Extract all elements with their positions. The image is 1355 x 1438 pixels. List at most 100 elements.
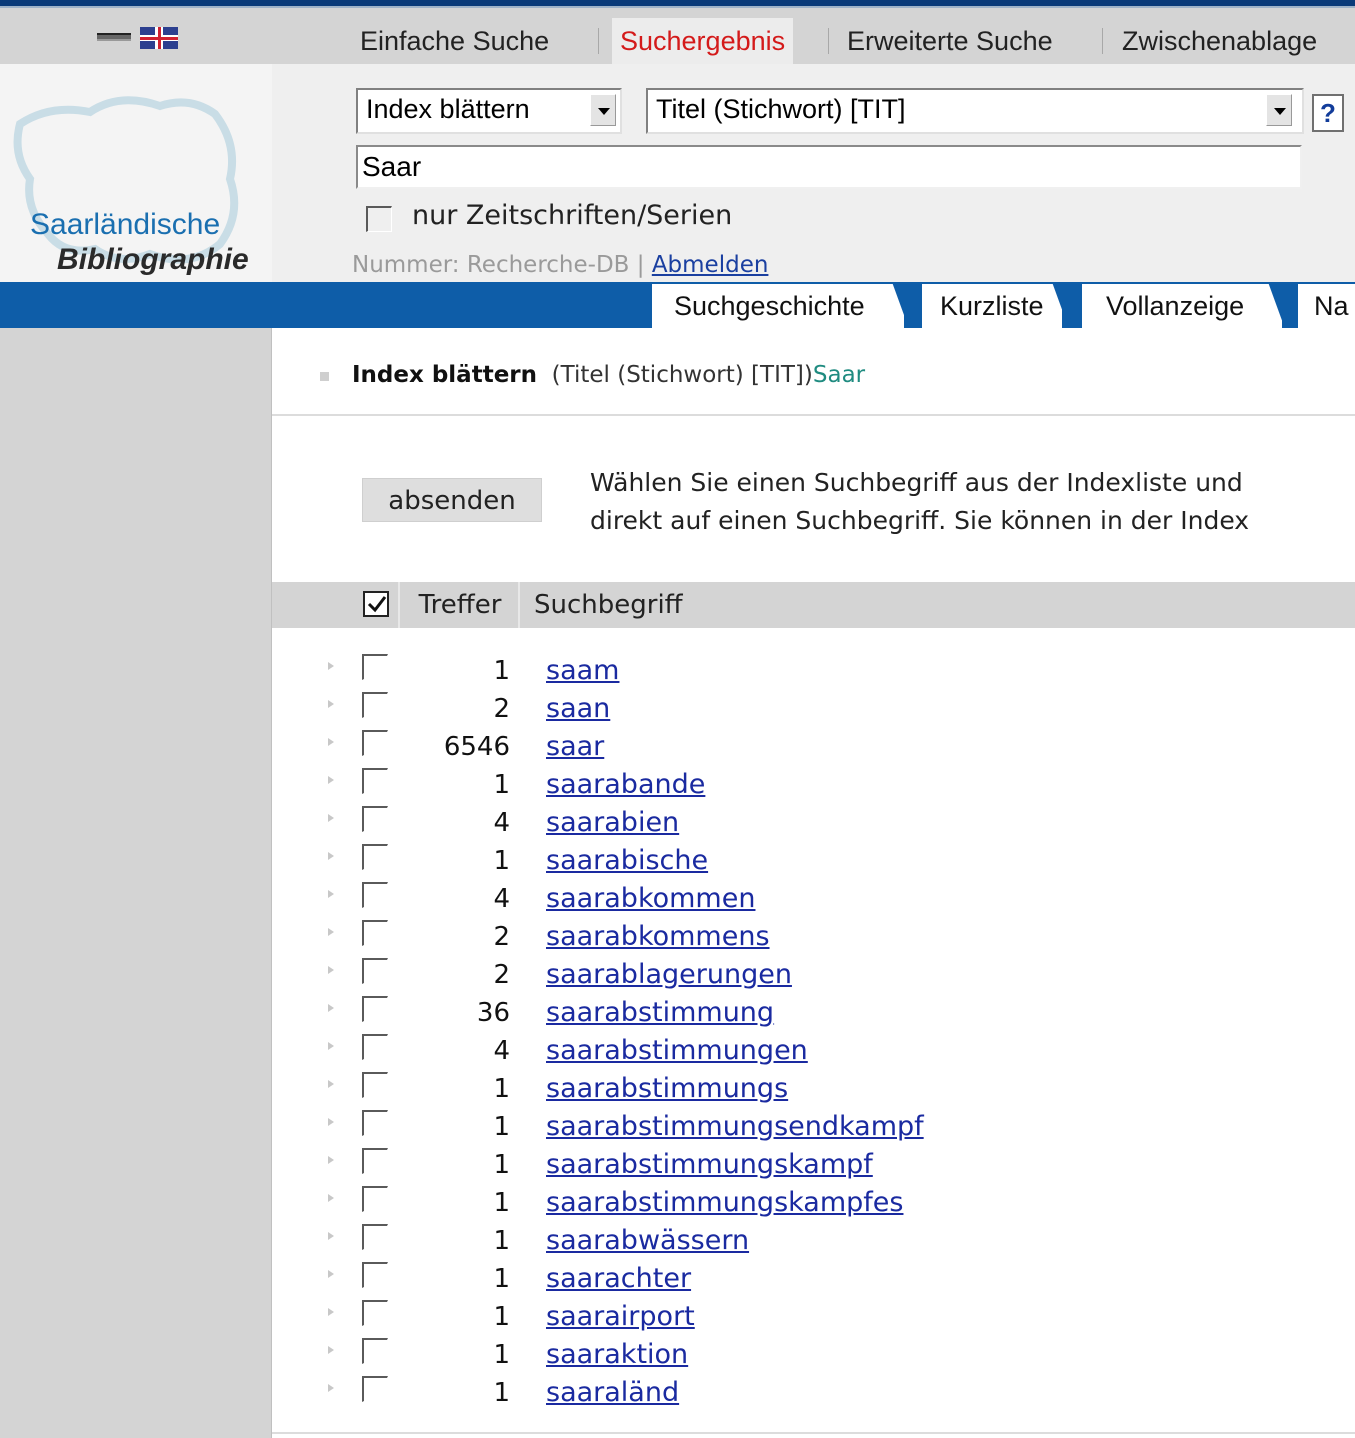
index-term-link[interactable]: saarachter bbox=[546, 1263, 691, 1294]
index-term-link[interactable]: saar bbox=[546, 731, 604, 762]
expand-triangle-icon[interactable] bbox=[328, 776, 334, 784]
expand-triangle-icon[interactable] bbox=[328, 966, 334, 974]
tab-einfache-suche[interactable]: Einfache Suche bbox=[352, 18, 557, 64]
expand-triangle-icon[interactable] bbox=[328, 852, 334, 860]
index-term-link[interactable]: saarabkommens bbox=[546, 921, 770, 952]
expand-triangle-icon[interactable] bbox=[328, 814, 334, 822]
column-header-term[interactable]: Suchbegriff bbox=[534, 582, 683, 628]
index-term-link[interactable]: saarabstimmung bbox=[546, 997, 774, 1028]
row-checkbox[interactable] bbox=[362, 1110, 388, 1136]
row-checkbox[interactable] bbox=[362, 1262, 388, 1288]
index-term-link[interactable]: saam bbox=[546, 655, 619, 686]
row-checkbox[interactable] bbox=[362, 692, 388, 718]
index-term-link[interactable]: saaraländ bbox=[546, 1377, 679, 1408]
help-button[interactable]: ? bbox=[1312, 94, 1344, 132]
expand-triangle-icon[interactable] bbox=[328, 1384, 334, 1392]
german-flag-icon[interactable] bbox=[97, 33, 131, 41]
expand-triangle-icon[interactable] bbox=[328, 738, 334, 746]
index-term-link[interactable]: saarabstimmungskampf bbox=[546, 1149, 873, 1180]
expand-triangle-icon[interactable] bbox=[328, 928, 334, 936]
expand-triangle-icon[interactable] bbox=[328, 1194, 334, 1202]
expand-triangle-icon[interactable] bbox=[328, 1004, 334, 1012]
search-mode-select[interactable]: Index blättern bbox=[356, 88, 622, 134]
chevron-down-icon[interactable] bbox=[1266, 94, 1292, 126]
hit-count: 1 bbox=[493, 1188, 510, 1218]
row-checkbox[interactable] bbox=[362, 806, 388, 832]
tab-separator bbox=[1102, 28, 1103, 54]
index-term-link[interactable]: saan bbox=[546, 693, 610, 724]
nav-tab-divider bbox=[1052, 282, 1084, 326]
expand-triangle-icon[interactable] bbox=[328, 890, 334, 898]
chevron-down-icon[interactable] bbox=[590, 94, 616, 126]
tab-suchergebnis[interactable]: Suchergebnis bbox=[612, 18, 794, 64]
index-term-link[interactable]: saarabstimmungsendkampf bbox=[546, 1111, 924, 1142]
hint-text-line: Wählen Sie einen Suchbegriff aus der Ind… bbox=[590, 468, 1243, 497]
index-term-link[interactable]: saarablagerungen bbox=[546, 959, 792, 990]
expand-triangle-icon[interactable] bbox=[328, 1346, 334, 1354]
row-checkbox[interactable] bbox=[362, 1186, 388, 1212]
language-switcher bbox=[0, 8, 272, 64]
expand-triangle-icon[interactable] bbox=[328, 1080, 334, 1088]
hit-count: 1 bbox=[493, 1340, 510, 1370]
index-term-link[interactable]: saarairport bbox=[546, 1301, 695, 1332]
row-checkbox[interactable] bbox=[362, 996, 388, 1022]
row-checkbox[interactable] bbox=[362, 768, 388, 794]
index-term-link[interactable]: saarabstimmungen bbox=[546, 1035, 808, 1066]
index-term-link[interactable]: saarabkommen bbox=[546, 883, 755, 914]
search-input[interactable]: Saar bbox=[356, 145, 1302, 189]
index-term-link[interactable]: saarabien bbox=[546, 807, 679, 838]
row-checkbox[interactable] bbox=[362, 1034, 388, 1060]
row-checkbox[interactable] bbox=[362, 958, 388, 984]
table-row: 6546 saar bbox=[272, 728, 1355, 766]
index-term-link[interactable]: saarabstimmungskampfes bbox=[546, 1187, 903, 1218]
table-row: 1 saarairport bbox=[272, 1298, 1355, 1336]
expand-triangle-icon[interactable] bbox=[328, 1232, 334, 1240]
search-field-select[interactable]: Titel (Stichwort) [TIT] bbox=[646, 88, 1304, 134]
tab-erweiterte-suche[interactable]: Erweiterte Suche bbox=[839, 18, 1061, 64]
logo[interactable]: Saarländische Bibliographie bbox=[0, 64, 272, 282]
row-checkbox[interactable] bbox=[362, 1224, 388, 1250]
row-checkbox[interactable] bbox=[362, 1300, 388, 1326]
english-flag-icon[interactable] bbox=[140, 27, 178, 49]
table-row: 36 saarabstimmung bbox=[272, 994, 1355, 1032]
tab-zwischenablage[interactable]: Zwischenablage bbox=[1114, 18, 1325, 64]
index-term-link[interactable]: saaraktion bbox=[546, 1339, 688, 1370]
column-header-hits[interactable]: Treffer bbox=[402, 582, 520, 628]
row-checkbox[interactable] bbox=[362, 920, 388, 946]
nav-tab-vollanzeige[interactable]: Vollanzeige bbox=[1082, 284, 1282, 328]
nav-tab-next[interactable]: Na bbox=[1298, 284, 1355, 328]
account-info: Nummer: Recherche-DB | Abmelden bbox=[352, 252, 768, 278]
index-term-link[interactable]: saarabande bbox=[546, 769, 705, 800]
row-checkbox[interactable] bbox=[362, 730, 388, 756]
row-checkbox[interactable] bbox=[362, 1376, 388, 1402]
nav-tab-suchgeschichte[interactable]: Suchgeschichte bbox=[652, 284, 904, 328]
only-journals-checkbox[interactable] bbox=[366, 206, 392, 232]
expand-triangle-icon[interactable] bbox=[328, 1042, 334, 1050]
row-checkbox[interactable] bbox=[362, 654, 388, 680]
nav-tab-label: Kurzliste bbox=[940, 291, 1044, 321]
expand-triangle-icon[interactable] bbox=[328, 1156, 334, 1164]
index-term-link[interactable]: saarabstimmungs bbox=[546, 1073, 788, 1104]
select-all-checkbox[interactable] bbox=[363, 591, 389, 617]
row-checkbox[interactable] bbox=[362, 882, 388, 908]
index-term-link[interactable]: saarabwässern bbox=[546, 1225, 749, 1256]
row-checkbox[interactable] bbox=[362, 844, 388, 870]
only-journals-label: nur Zeitschriften/Serien bbox=[412, 200, 733, 231]
nav-tab-kurzliste[interactable]: Kurzliste bbox=[922, 284, 1062, 328]
row-checkbox[interactable] bbox=[362, 1338, 388, 1364]
expand-triangle-icon[interactable] bbox=[328, 1308, 334, 1316]
expand-triangle-icon[interactable] bbox=[328, 1270, 334, 1278]
row-checkbox[interactable] bbox=[362, 1072, 388, 1098]
expand-triangle-icon[interactable] bbox=[328, 700, 334, 708]
submit-button[interactable]: absenden bbox=[362, 478, 542, 522]
table-row: 1 saarabstimmungsendkampf bbox=[272, 1108, 1355, 1146]
nav-tab-label: Vollanzeige bbox=[1106, 291, 1245, 321]
index-term-link[interactable]: saarabische bbox=[546, 845, 708, 876]
expand-triangle-icon[interactable] bbox=[328, 662, 334, 670]
breadcrumb-text: Index blättern (Titel (Stichwort) [TIT])… bbox=[352, 362, 865, 388]
row-checkbox[interactable] bbox=[362, 1148, 388, 1174]
top-strip bbox=[0, 0, 1355, 8]
expand-triangle-icon[interactable] bbox=[328, 1118, 334, 1126]
logout-link[interactable]: Abmelden bbox=[652, 252, 769, 278]
table-row: 1 saarabstimmungskampfes bbox=[272, 1184, 1355, 1222]
